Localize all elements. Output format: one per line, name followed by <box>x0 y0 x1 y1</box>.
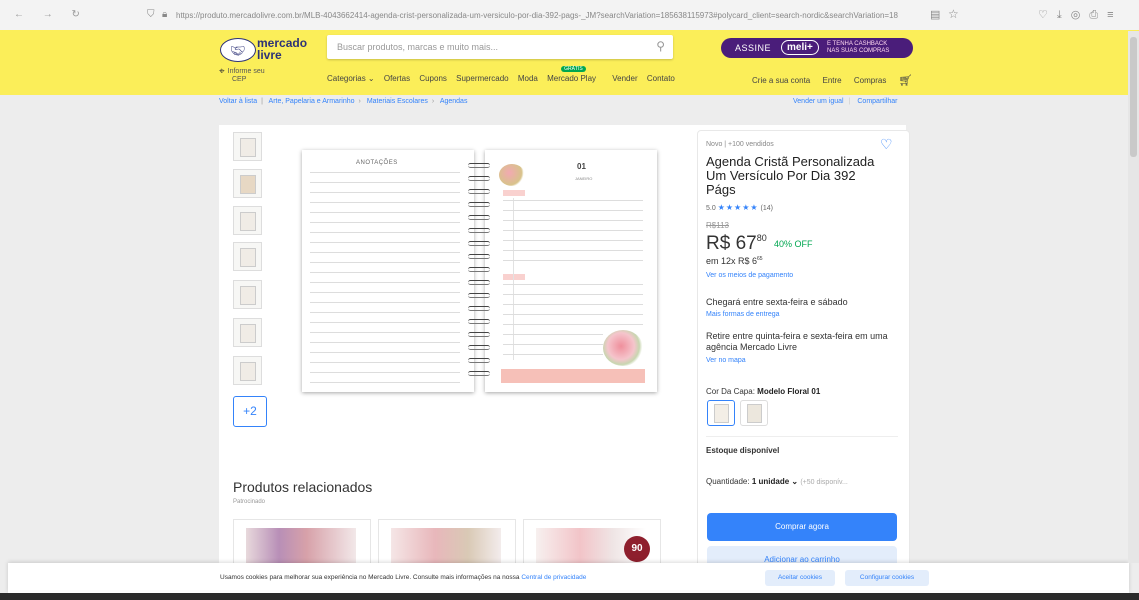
verse-box <box>501 369 645 383</box>
handshake-icon: 🤝︎ <box>220 38 256 62</box>
planner-left-page: ANOTAÇÕES <box>302 150 474 392</box>
breadcrumb-item-3[interactable]: Agendas <box>440 98 468 105</box>
meli-plus-banner[interactable]: ASSINE meli+ E TENHA CASHBACK NAS SUAS CO… <box>721 38 913 58</box>
thumbnail[interactable] <box>233 206 262 235</box>
color-swatch-selected[interactable] <box>707 400 735 426</box>
delivery-options-link[interactable]: Mais formas de entrega <box>706 311 780 318</box>
shield-icon[interactable]: ⛉ <box>147 9 155 20</box>
rating-value: 5.0 <box>706 205 716 212</box>
cep-label-2: CEP <box>232 76 247 83</box>
main-nav: Categorias ⌄ Ofertas Cupons Supermercado… <box>327 66 682 83</box>
browser-nav-icons[interactable]: ← → ↻ <box>14 9 88 20</box>
star-rating-icons: ★★★★★ <box>717 203 759 212</box>
user-links: Crie a sua conta Entre Compras 🛒︎ <box>752 74 923 87</box>
flower-decoration <box>603 330 643 366</box>
nav-vender[interactable]: Vender <box>612 74 637 83</box>
meli-cashback-text: E TENHA CASHBACK NAS SUAS COMPRAS <box>827 41 890 54</box>
view-map-link[interactable]: Ver no mapa <box>706 357 746 364</box>
price-cents: 80 <box>756 233 767 243</box>
privacy-center-link[interactable]: Central de privacidade <box>521 574 586 581</box>
address-bar[interactable]: https://produto.mercadolivre.com.br/MLB-… <box>176 11 906 20</box>
color-swatch[interactable] <box>740 400 768 426</box>
cookie-banner: Usamos cookies para melhorar sua experiê… <box>8 563 1129 593</box>
search-input[interactable]: Buscar produtos, marcas e muito mais... <box>337 42 498 52</box>
related-products-title: Produtos relacionados <box>233 479 373 495</box>
accept-cookies-button[interactable]: Aceitar cookies <box>765 570 835 586</box>
delivery-info: Chegará entre sexta-feira e sábado <box>706 297 848 307</box>
configure-cookies-button[interactable]: Configurar cookies <box>845 570 929 586</box>
sponsored-label: Patrocinado <box>233 499 266 505</box>
meli-assine-label: ASSINE <box>735 43 772 53</box>
taskbar <box>0 593 1139 600</box>
price: R$ 6780 40% OFF <box>706 233 813 255</box>
purchases-link[interactable]: Compras <box>854 76 886 85</box>
payment-methods-link[interactable]: Ver os meios de pagamento <box>706 272 793 279</box>
rating-count: (14) <box>760 205 773 212</box>
thumbnail[interactable] <box>233 280 262 309</box>
installments: em 12x R$ 665 <box>706 256 763 266</box>
pickup-info: Retire entre quinta-feira e sexta-feira … <box>706 331 888 352</box>
spiral-binding <box>466 162 492 382</box>
login-link[interactable]: Entre <box>823 76 842 85</box>
heart-icon[interactable]: ♡ <box>880 136 893 153</box>
mercadolivre-logo[interactable]: 🤝︎ mercado livre <box>220 37 307 62</box>
buy-now-button[interactable]: Comprar agora <box>707 513 897 541</box>
nav-mercado-play[interactable]: GRÁTIS Mercado Play <box>547 66 603 83</box>
location-pin-icon: ⌖ <box>219 66 225 77</box>
flower-decoration <box>499 164 525 186</box>
nav-moda[interactable]: Moda <box>518 74 538 83</box>
nav-ofertas[interactable]: Ofertas <box>384 74 410 83</box>
stock-label: Estoque disponível <box>706 446 780 455</box>
color-selector-label: Cor Da Capa: Modelo Floral 01 <box>706 387 821 396</box>
browser-toolbar: ← → ↻ ⛉ 🔒︎ https://produto.mercadolivre.… <box>0 0 1139 31</box>
page-month: JANEIRO <box>575 176 593 181</box>
breadcrumb: Voltar à lista | Arte, Papelaria e Armari… <box>219 98 468 105</box>
cart-icon[interactable]: 🛒︎ <box>899 75 913 87</box>
nav-contato[interactable]: Contato <box>647 74 675 83</box>
browser-tools-icons[interactable]: ♡⤓◎⎙≡ <box>1038 8 1123 22</box>
cep-selector[interactable]: ⌖ Informe seu CEP <box>219 66 265 84</box>
new-tag-badge: GRÁTIS <box>561 66 586 72</box>
breadcrumb-item-2[interactable]: Materiais Escolares <box>367 98 428 105</box>
cep-label-1: Informe seu <box>227 68 265 75</box>
meli-brand-label: meli+ <box>781 40 819 55</box>
product-main-image[interactable]: ANOTAÇÕES 01 JANEIRO <box>302 148 659 396</box>
page-scrollbar[interactable] <box>1128 31 1139 563</box>
left-page-title: ANOTAÇÕES <box>356 160 398 166</box>
price-main: R$ 67 <box>706 233 757 254</box>
discount-badge: 90 <box>624 536 650 562</box>
product-rating[interactable]: 5.0 ★★★★★ (14) <box>706 203 773 212</box>
share-link[interactable]: Compartilhar <box>857 98 897 105</box>
more-images-button[interactable]: +2 <box>233 396 267 427</box>
back-to-list-link[interactable]: Voltar à lista <box>219 98 257 105</box>
lock-icon[interactable]: 🔒︎ <box>162 9 167 20</box>
nav-categorias[interactable]: Categorias ⌄ <box>327 74 375 83</box>
thumbnail[interactable] <box>233 356 262 385</box>
sell-similar-link[interactable]: Vender um igual <box>793 98 844 105</box>
breadcrumb-item-1[interactable]: Arte, Papelaria e Armarinho <box>269 98 355 105</box>
thumbnail[interactable] <box>233 242 262 271</box>
page-day-number: 01 <box>577 162 586 171</box>
cookie-text: Usamos cookies para melhorar sua experiê… <box>220 574 587 581</box>
logo-text-line2: livre <box>257 48 282 62</box>
planner-right-page: 01 JANEIRO <box>485 150 657 392</box>
divider <box>706 436 898 437</box>
search-bar[interactable]: Buscar produtos, marcas e muito mais... … <box>327 35 673 59</box>
nav-supermercado[interactable]: Supermercado <box>456 74 508 83</box>
quantity-selector[interactable]: Quantidade: 1 unidade ⌄ (+50 disponív... <box>706 477 848 486</box>
create-account-link[interactable]: Crie a sua conta <box>752 76 810 85</box>
reader-view-icon[interactable]: ▤ <box>930 8 940 21</box>
thumbnail[interactable] <box>233 132 262 161</box>
search-icon[interactable]: ⚲ <box>656 39 665 53</box>
thumbnail[interactable] <box>233 169 262 198</box>
old-price: R$113 <box>706 221 729 230</box>
discount-label: 40% OFF <box>774 239 813 249</box>
condition-sold: Novo | +100 vendidos <box>706 141 774 148</box>
bookmark-star-icon[interactable]: ☆ <box>948 7 959 21</box>
share-links: Vender um igual | Compartilhar <box>793 98 898 105</box>
nav-cupons[interactable]: Cupons <box>419 74 447 83</box>
product-title: Agenda Cristã Personalizada Um Versículo… <box>706 154 875 197</box>
thumbnail[interactable] <box>233 318 262 347</box>
